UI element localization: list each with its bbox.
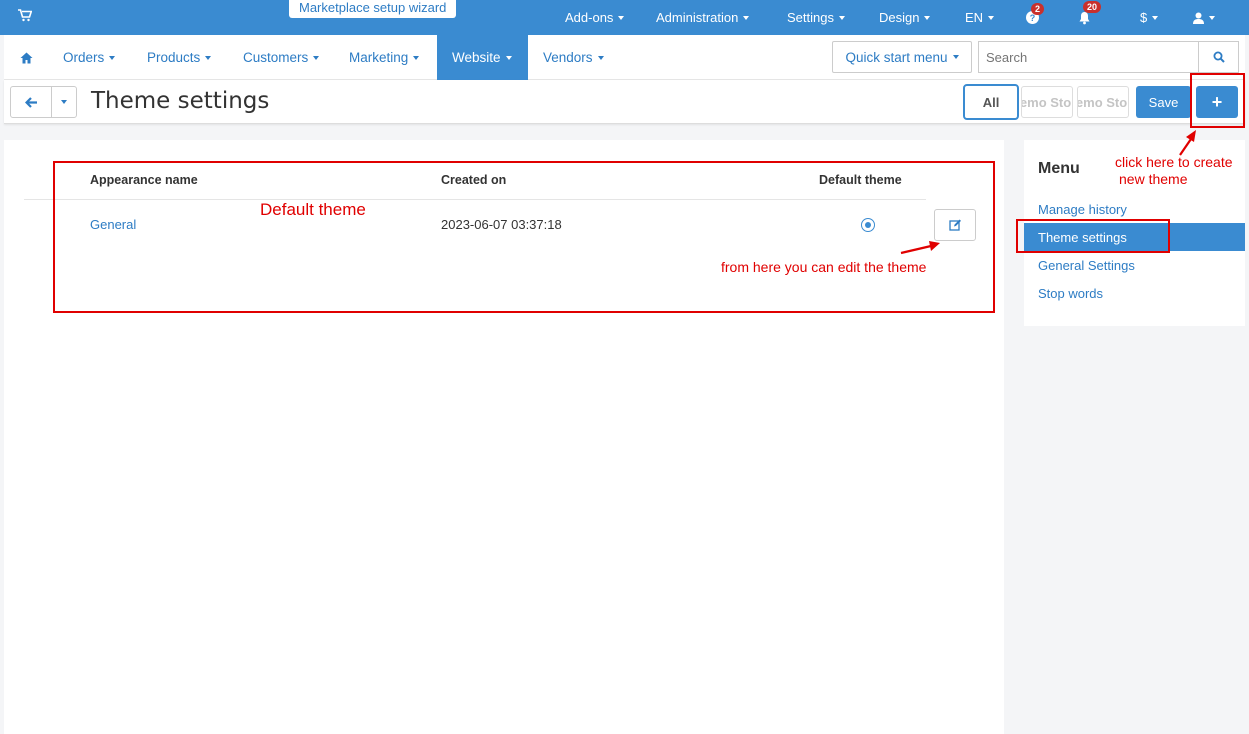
chevron-down-icon bbox=[988, 15, 995, 20]
nav-customers[interactable]: Customers bbox=[243, 35, 320, 80]
nav-website-label: Website bbox=[452, 50, 501, 65]
settings-menu-label: Settings bbox=[787, 10, 834, 25]
annotation-box-sidebar bbox=[1016, 219, 1170, 253]
chevron-down-icon bbox=[1152, 15, 1159, 20]
nav-vendors[interactable]: Vendors bbox=[543, 35, 604, 80]
chevron-down-icon bbox=[838, 15, 845, 20]
sidebar-item-stop-words[interactable]: Stop words bbox=[1024, 279, 1245, 307]
top-bar bbox=[0, 0, 1249, 35]
language-menu[interactable]: EN bbox=[965, 0, 995, 35]
nav-marketing[interactable]: Marketing bbox=[349, 35, 420, 80]
sidebar-title: Menu bbox=[1038, 160, 1080, 177]
back-dropdown-button[interactable] bbox=[51, 86, 77, 118]
chevron-down-icon bbox=[743, 15, 750, 20]
back-button[interactable] bbox=[10, 86, 52, 118]
currency-menu-label: $ bbox=[1140, 10, 1148, 25]
chevron-down-icon bbox=[413, 55, 420, 60]
search-button[interactable] bbox=[1198, 41, 1239, 73]
cart-icon[interactable] bbox=[18, 9, 33, 25]
nav-website[interactable]: Website bbox=[437, 35, 528, 80]
user-icon bbox=[1193, 12, 1204, 24]
chevron-down-icon bbox=[505, 55, 512, 60]
administration-menu-label: Administration bbox=[656, 10, 739, 25]
chevron-down-icon bbox=[109, 55, 116, 60]
nav-orders[interactable]: Orders bbox=[63, 35, 116, 80]
notifications-badge: 20 bbox=[1083, 1, 1102, 13]
arrow-left-icon bbox=[24, 96, 37, 108]
annotation-box-add bbox=[1190, 73, 1245, 128]
administration-menu[interactable]: Administration bbox=[656, 0, 750, 35]
nav-products-label: Products bbox=[147, 50, 201, 65]
currency-menu[interactable]: $ bbox=[1140, 0, 1159, 35]
chevron-down-icon bbox=[597, 55, 604, 60]
addons-menu[interactable]: Add-ons bbox=[565, 0, 625, 35]
home-icon bbox=[20, 52, 33, 63]
help-badge: 2 bbox=[1031, 3, 1045, 15]
home-button[interactable] bbox=[20, 35, 33, 80]
nav-orders-label: Orders bbox=[63, 50, 105, 65]
chevron-down-icon bbox=[205, 55, 212, 60]
marketplace-setup-wizard-button[interactable]: Marketplace setup wizard bbox=[289, 0, 457, 18]
sidebar-item-general-settings[interactable]: General Settings bbox=[1024, 251, 1245, 279]
nav-marketing-label: Marketing bbox=[349, 50, 409, 65]
store-button-1[interactable]: Demo Store bbox=[1021, 86, 1073, 118]
annotation-edit-note: from here you can edit the theme bbox=[721, 259, 927, 275]
annotation-box-table bbox=[53, 161, 995, 313]
save-button[interactable]: Save bbox=[1136, 86, 1191, 118]
design-menu[interactable]: Design bbox=[879, 0, 931, 35]
annotation-default-theme: Default theme bbox=[260, 200, 366, 219]
chevron-down-icon bbox=[61, 100, 67, 104]
chevron-down-icon bbox=[952, 55, 959, 59]
nav-vendors-label: Vendors bbox=[543, 50, 593, 65]
annotation-create-note-line1: click here to create bbox=[1115, 154, 1233, 170]
chevron-down-icon bbox=[313, 55, 320, 60]
search-icon bbox=[1213, 51, 1225, 63]
chevron-down-icon bbox=[924, 15, 931, 20]
addons-menu-label: Add-ons bbox=[565, 10, 614, 25]
chevron-down-icon bbox=[618, 15, 625, 20]
search-input[interactable] bbox=[978, 41, 1199, 73]
store-button-1-label: Demo Store bbox=[1022, 94, 1072, 110]
user-menu[interactable] bbox=[1193, 0, 1215, 35]
store-button-2[interactable]: Demo Store bbox=[1077, 86, 1129, 118]
quick-start-menu-label: Quick start menu bbox=[845, 49, 948, 65]
quick-start-menu-button[interactable]: Quick start menu bbox=[832, 41, 972, 73]
nav-products[interactable]: Products bbox=[147, 35, 212, 80]
settings-menu[interactable]: Settings bbox=[787, 0, 845, 35]
store-button-2-label: Demo Store bbox=[1078, 94, 1128, 110]
language-menu-label: EN bbox=[965, 10, 984, 25]
design-menu-label: Design bbox=[879, 10, 920, 25]
all-stores-button[interactable]: All bbox=[963, 84, 1019, 120]
nav-customers-label: Customers bbox=[243, 50, 309, 65]
page-title: Theme settings bbox=[91, 88, 270, 114]
chevron-down-icon bbox=[1209, 15, 1215, 20]
annotation-create-note-line2: new theme bbox=[1119, 171, 1188, 187]
